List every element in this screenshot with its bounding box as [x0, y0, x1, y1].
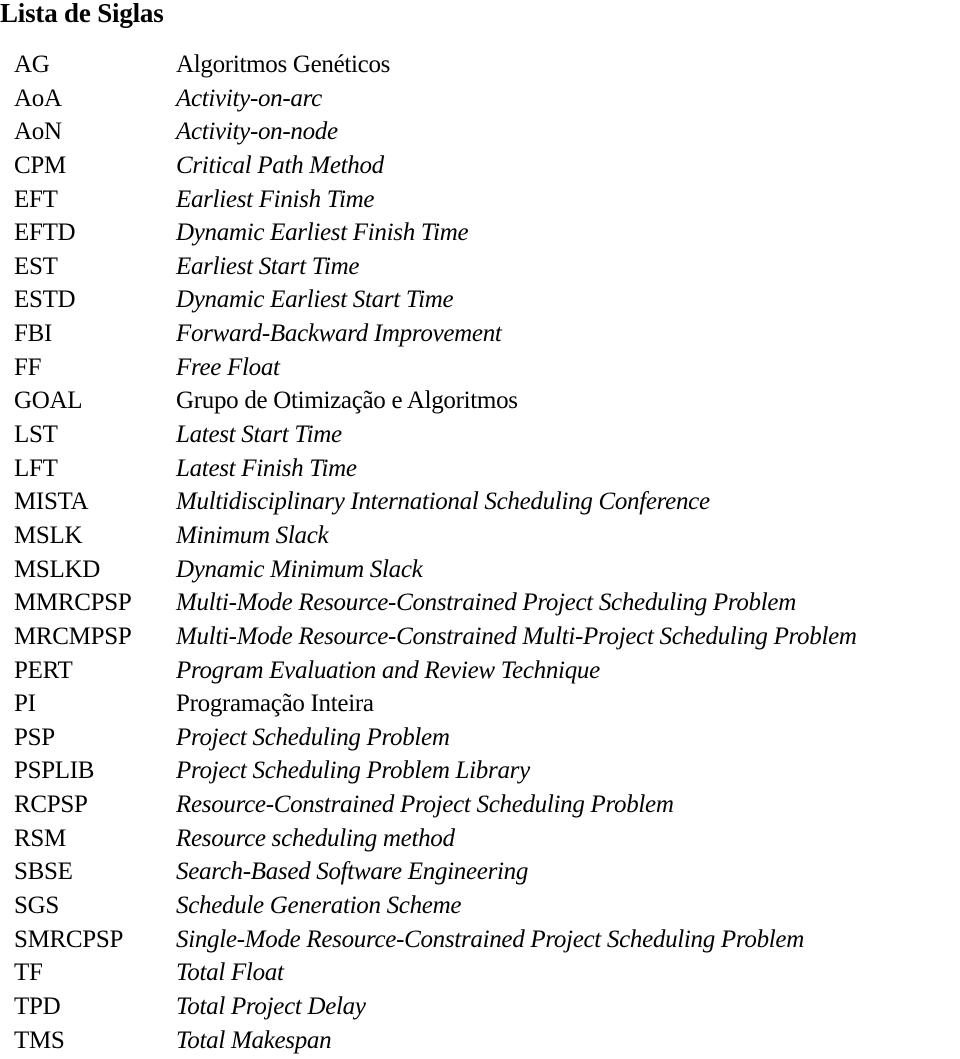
acronym-entry: EFT Earliest Finish Time [0, 183, 960, 217]
acronym: TPD [14, 992, 61, 1020]
acronym-entry: PI Programação Inteira [0, 687, 960, 721]
acronym-definition: Forward-Backward Improvement [176, 320, 502, 348]
acronym: MSLKD [14, 555, 101, 583]
acronym: PERT [14, 656, 73, 684]
acronym: MISTA [14, 488, 89, 516]
acronym-entry: EFTD Dynamic Earliest Finish Time [0, 216, 960, 250]
acronym-entry: MSLK Minimum Slack [0, 519, 960, 553]
acronym-definition: Critical Path Method [176, 151, 384, 179]
acronym: PSPLIB [14, 757, 95, 785]
acronym-definition: Project Scheduling Problem Library [176, 757, 530, 785]
acronym-definition: Dynamic Earliest Finish Time [176, 219, 469, 247]
acronym-entry: RCPSP Resource-Constrained Project Schedu… [0, 788, 960, 822]
acronym-definition: Resource-Constrained Project Scheduling … [176, 791, 674, 819]
acronym: MRCMPSP [14, 622, 132, 650]
acronym-entry: PSP Project Scheduling Problem [0, 721, 960, 755]
acronym-definition: Project Scheduling Problem [176, 723, 450, 751]
acronym-definition: Free Float [176, 353, 280, 381]
acronym: AG [14, 51, 50, 78]
acronym-definition: Latest Finish Time [176, 454, 357, 482]
acronym-definition: Activity-on-node [176, 118, 338, 146]
acronym: EFTD [14, 219, 76, 247]
acronym-definition: Grupo de Otimização e Algoritmos [176, 387, 518, 415]
acronym-definition: Latest Start Time [176, 421, 342, 449]
acronym-entry: TMS Total Makespan [0, 1024, 960, 1058]
acronym-entry: PERT Program Evaluation and Review Techni… [0, 654, 960, 688]
acronym-definition: Schedule Generation Scheme [176, 892, 462, 920]
acronym: TMS [14, 1026, 65, 1054]
acronym: PI [14, 690, 36, 718]
acronym: PSP [14, 723, 55, 751]
acronym-definition: Total Makespan [176, 1026, 332, 1054]
acronym-definition: Total Float [176, 959, 284, 987]
acronym-entry: GOAL Grupo de Otimização e Algoritmos [0, 384, 960, 418]
acronym-definition: Minimum Slack [176, 521, 329, 549]
acronym-definition: Multi-Mode Resource-Constrained Multi-Pr… [176, 622, 857, 650]
acronym-definition: Multidisciplinary International Scheduli… [176, 488, 710, 516]
acronym-entry: EST Earliest Start Time [0, 250, 960, 284]
acronym: AoA [14, 84, 62, 112]
acronym-entry: CPM Critical Path Method [0, 149, 960, 183]
acronym: GOAL [14, 387, 83, 415]
acronym: FBI [14, 320, 53, 348]
acronym-entry: ESTD Dynamic Earliest Start Time [0, 283, 960, 317]
acronym: RSM [14, 824, 66, 852]
acronym-definition: Dynamic Minimum Slack [176, 555, 423, 583]
acronym-entry: PSPLIB Project Scheduling Problem Library [0, 754, 960, 788]
acronym: RCPSP [14, 791, 88, 819]
acronym: AoN [14, 118, 62, 146]
acronym: EFT [14, 185, 58, 213]
acronym-entry: SGS Schedule Generation Scheme [0, 889, 960, 923]
acronym: TF [14, 959, 43, 987]
page-title: Lista de Siglas [0, 0, 164, 28]
acronym-entry: MISTA Multidisciplinary International Sch… [0, 485, 960, 519]
acronym-entry: SMRCPSP Single-Mode Resource-Constrained … [0, 923, 960, 957]
acronym-entry: AoN Activity-on-node [0, 115, 960, 149]
acronym-entry: AG Algoritmos Genéticos [0, 48, 960, 82]
acronym-definition: Activity-on-arc [176, 84, 322, 112]
acronym-entry: TF Total Float [0, 956, 960, 990]
acronym-definition: Earliest Start Time [176, 252, 360, 280]
acronym: SGS [14, 892, 59, 920]
acronym-definition: Search-Based Software Engineering [176, 858, 529, 886]
acronym-entry: SBSE Search-Based Software Engineering [0, 855, 960, 889]
acronym-definition: Total Project Delay [176, 992, 366, 1020]
acronym-entry: RSM Resource scheduling method [0, 822, 960, 856]
acronym-definition: Dynamic Earliest Start Time [176, 286, 454, 314]
acronym: CPM [14, 151, 66, 179]
acronym-entry: AoA Activity-on-arc [0, 82, 960, 116]
acronym-entry: LST Latest Start Time [0, 418, 960, 452]
acronym-entry: FF Free Float [0, 351, 960, 385]
acronym-entry: FBI Forward-Backward Improvement [0, 317, 960, 351]
acronym: EST [14, 252, 58, 280]
acronym-entry: TPD Total Project Delay [0, 990, 960, 1024]
acronym-definition: Single-Mode Resource-Constrained Project… [176, 925, 804, 953]
acronym: LST [14, 421, 58, 449]
acronym-list: AG Algoritmos Genéticos AoA Activity-on-arc… [0, 48, 960, 1057]
acronym: SBSE [14, 858, 73, 886]
acronym-definition: Algoritmos Genéticos [176, 51, 391, 78]
acronym-definition: Resource scheduling method [176, 824, 455, 852]
acronym-definition: Program Evaluation and Review Technique [176, 656, 600, 684]
acronym-entry: MMRCPSP Multi-Mode Resource-Constrained P… [0, 586, 960, 620]
acronym: MMRCPSP [14, 589, 132, 617]
acronym-definition: Multi-Mode Resource-Constrained Project … [176, 589, 796, 617]
acronym: SMRCPSP [14, 925, 124, 953]
acronym: LFT [14, 454, 58, 482]
acronym-entry: MRCMPSP Multi-Mode Resource-Constrained M… [0, 620, 960, 654]
acronym-definition: Programação Inteira [176, 690, 374, 718]
acronym: FF [14, 353, 42, 381]
acronym-entry: MSLKD Dynamic Minimum Slack [0, 553, 960, 587]
acronym-entry: LFT Latest Finish Time [0, 452, 960, 486]
acronym-definition: Earliest Finish Time [176, 185, 375, 213]
acronym: MSLK [14, 521, 83, 549]
acronym: ESTD [14, 286, 76, 314]
